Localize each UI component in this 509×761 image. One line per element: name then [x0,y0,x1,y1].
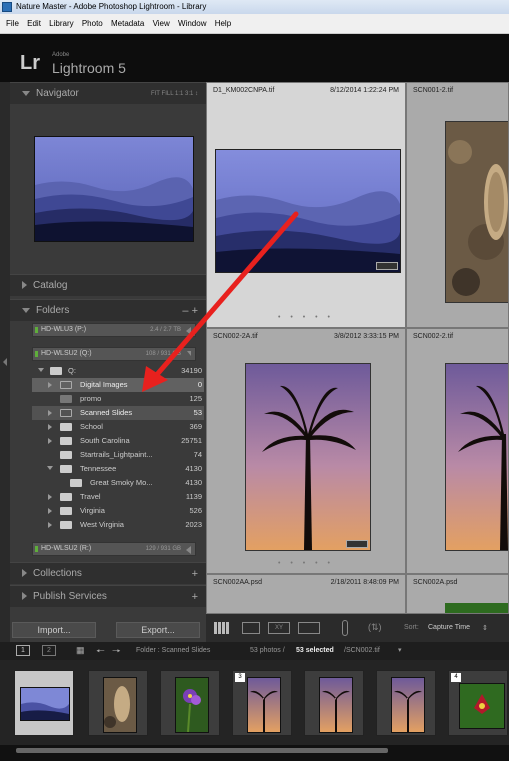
filmstrip-image [20,687,70,721]
filmstrip-thumb[interactable] [14,670,74,736]
back-arrow-icon[interactable]: 🠔 [96,644,105,661]
grid-toolbar: XY (⇅) Sort: Capture Time ⇕ [206,614,509,642]
sort-select[interactable]: Capture Time [428,624,470,631]
current-file: /SCN002.tif [344,647,380,654]
filmstrip-image [459,683,505,729]
filmstrip-image [319,677,353,733]
filmstrip-thumb[interactable] [88,670,148,736]
filmstrip-thumb[interactable] [160,670,220,736]
loupe-view-icon[interactable] [242,622,260,634]
spray-can-icon[interactable] [342,620,348,636]
grid-view-icon[interactable] [214,622,230,634]
sort-label: Sort: [404,624,419,631]
filmstrip-image [391,677,425,733]
chevron-down-icon[interactable]: ▾ [398,646,402,654]
export-button[interactable]: Export... [116,622,200,638]
import-button[interactable]: Import... [12,622,96,638]
photo-count: 53 photos / [250,647,285,654]
filmstrip-image [247,677,281,733]
survey-view-icon[interactable] [298,622,320,634]
forward-arrow-icon[interactable]: 🠖 [112,644,121,661]
grid-icon[interactable]: ▦ [76,645,85,656]
chevron-down-icon[interactable]: ⇕ [482,624,488,632]
filmstrip-header: 1 2 ▦ 🠔 🠖 Folder : Scanned Slides 53 pho… [0,642,509,660]
stack-badge[interactable]: 4 [451,673,461,682]
filmstrip-thumb[interactable] [376,670,436,736]
filmstrip-thumb[interactable] [304,670,364,736]
filmstrip-thumb[interactable]: 3 [232,670,292,736]
scrollbar-thumb[interactable] [16,748,388,753]
main-screen-button[interactable]: 1 [16,645,30,656]
compare-view-icon[interactable]: XY [268,622,290,634]
selected-count: 53 selected [296,647,334,654]
filmstrip: 3 4 [0,660,509,745]
stack-badge[interactable]: 3 [235,673,245,682]
filmstrip-scrollbar[interactable] [0,745,509,761]
filmstrip-image [175,677,209,733]
second-screen-button[interactable]: 2 [42,645,56,656]
filmstrip-thumb[interactable]: 4 [448,670,508,736]
source-label[interactable]: Folder : Scanned Slides [136,647,210,654]
sort-direction-icon[interactable]: (⇅) [368,622,388,634]
filmstrip-image [103,677,137,733]
